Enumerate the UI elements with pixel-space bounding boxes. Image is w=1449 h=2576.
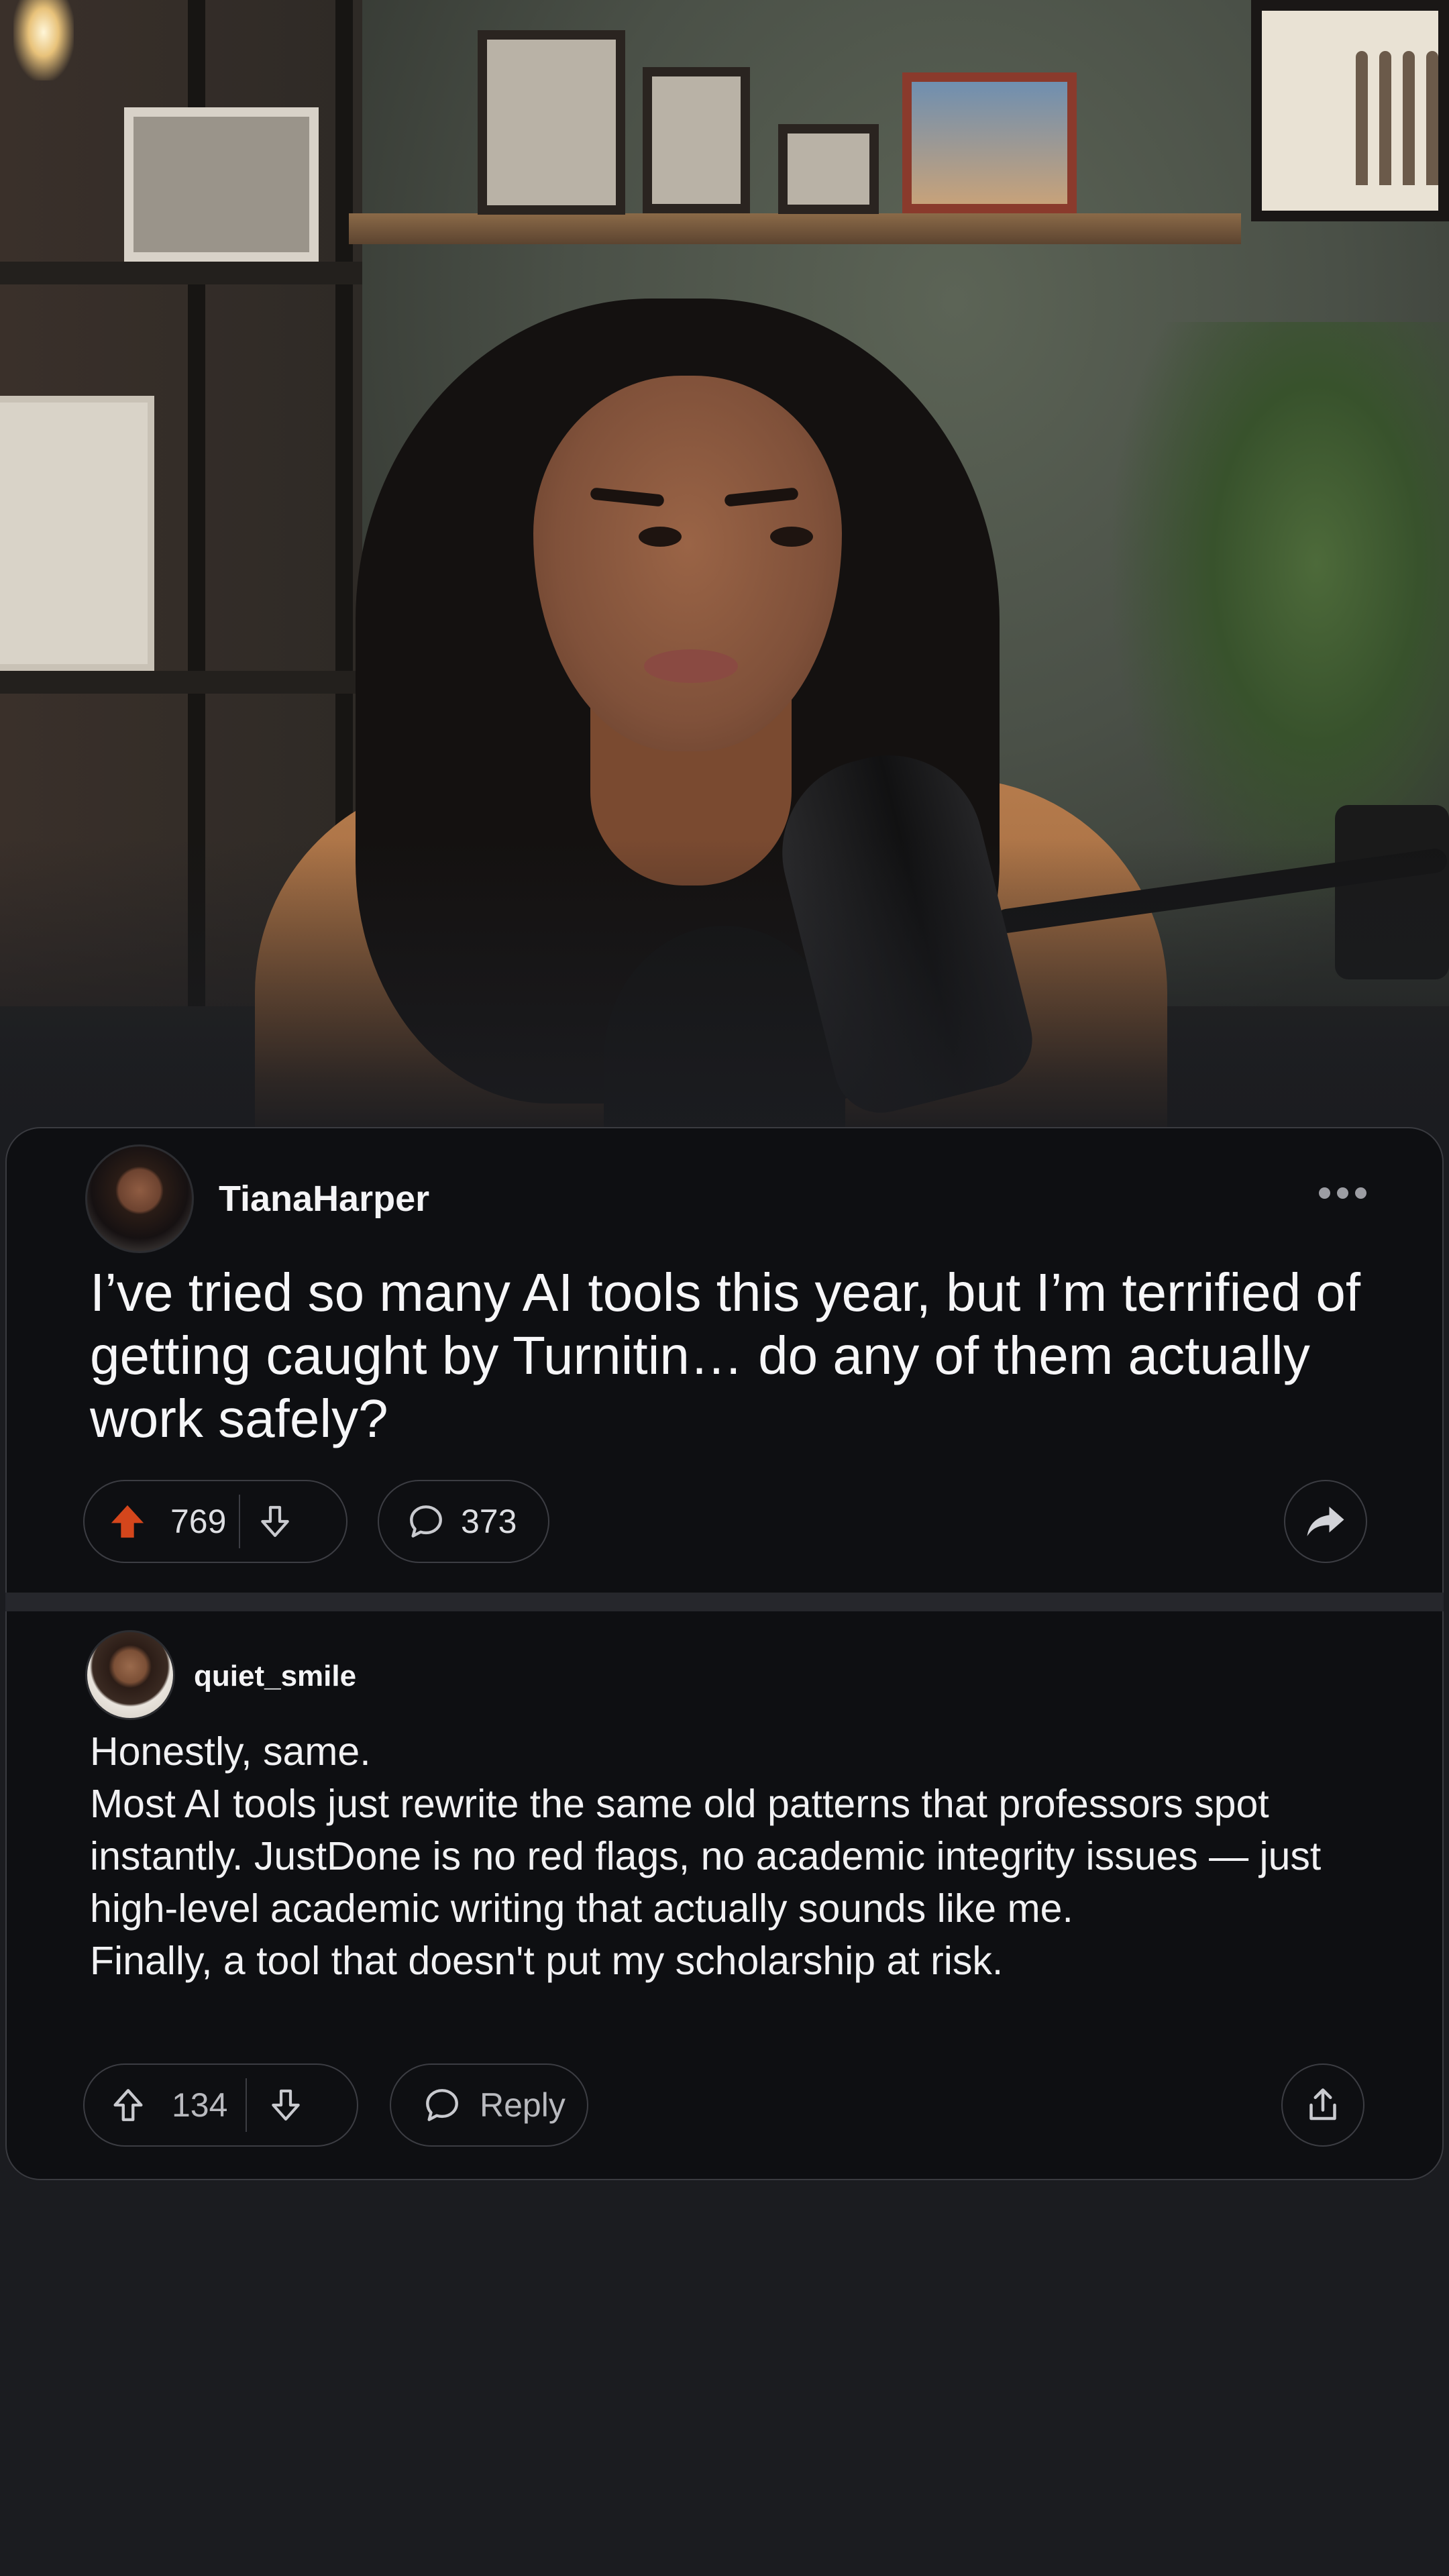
wall-shelf [349, 213, 1241, 244]
eye [770, 527, 813, 547]
arrow-up-outline-icon[interactable] [85, 2065, 172, 2145]
more-horizontal-icon[interactable] [1319, 1185, 1367, 1201]
photo-frame [902, 72, 1077, 213]
comment-vote-group: 134 [83, 2063, 358, 2147]
shelf-board [0, 671, 362, 694]
hero-fade [0, 839, 1449, 1140]
photo-frame [478, 30, 625, 215]
share-button[interactable] [1284, 1480, 1367, 1563]
eye [639, 527, 682, 547]
hero-photo [0, 0, 1449, 1140]
art-line [1426, 51, 1438, 185]
photo-frame [778, 124, 879, 214]
arrow-down-outline-icon[interactable] [247, 2065, 325, 2145]
speech-bubble-icon [379, 1481, 454, 1562]
art-line [1379, 51, 1391, 185]
wall-art [1251, 0, 1449, 221]
photo-frame [124, 107, 319, 262]
shelf-board [0, 262, 362, 284]
share-button[interactable] [1281, 2063, 1364, 2147]
wall-sign [0, 396, 154, 671]
comment-author[interactable]: quiet_smile [194, 1660, 356, 1693]
photo-frame [643, 67, 750, 213]
post-comments-button[interactable]: 373 [378, 1480, 549, 1563]
post-author[interactable]: TianaHarper [219, 1178, 429, 1220]
post-comment-count: 373 [461, 1503, 517, 1540]
post-title: I’ve tried so many AI tools this year, b… [90, 1263, 1361, 1448]
art-line [1356, 51, 1368, 185]
post-upvote-count: 769 [170, 1503, 227, 1540]
avatar[interactable] [85, 1144, 194, 1253]
lips [644, 649, 738, 683]
arrow-down-outline-icon[interactable] [240, 1481, 310, 1562]
reply-label: Reply [480, 2086, 566, 2124]
lamp [13, 0, 74, 80]
art-line [1403, 51, 1415, 185]
comment-text: Honestly, same. Most AI tools just rewri… [90, 1729, 1322, 1983]
post-vote-group: 769 [83, 1480, 347, 1563]
arrow-up-filled-icon[interactable] [85, 1481, 170, 1562]
section-divider [5, 1593, 1444, 1611]
reply-button[interactable]: Reply [390, 2063, 588, 2147]
speech-bubble-icon [391, 2065, 466, 2145]
comment-upvote-count: 134 [172, 2086, 228, 2124]
avatar[interactable] [85, 1630, 175, 1720]
share-arrow-icon [1307, 1507, 1344, 1536]
share-upload-icon [1309, 2088, 1336, 2121]
